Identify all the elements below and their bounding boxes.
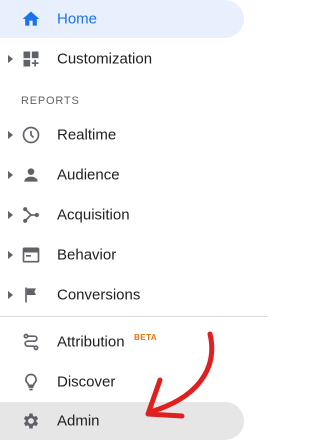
attribution-path-icon bbox=[21, 332, 41, 352]
flag-icon bbox=[21, 285, 41, 305]
dashboard-plus-icon bbox=[21, 49, 41, 69]
nav-item-label: Home bbox=[57, 10, 98, 28]
nav-item-label: Conversions bbox=[57, 286, 141, 304]
browser-window-icon bbox=[21, 245, 41, 265]
expand-caret-icon[interactable] bbox=[8, 171, 13, 179]
nav-item-label: Discover bbox=[57, 373, 116, 391]
expand-caret-icon[interactable] bbox=[8, 55, 13, 63]
annotation-arrow-icon bbox=[145, 331, 215, 419]
nav-item-conversions[interactable]: Conversions bbox=[0, 276, 244, 314]
left-navigation: Home Customization REPORTS Realtime Audi… bbox=[0, 0, 268, 448]
acquisition-branch-icon bbox=[21, 205, 41, 225]
nav-item-label: Attribution bbox=[57, 333, 125, 351]
nav-item-label: Acquisition bbox=[57, 206, 130, 224]
nav-item-home[interactable]: Home bbox=[0, 0, 244, 38]
section-divider bbox=[0, 316, 268, 317]
expand-caret-icon[interactable] bbox=[8, 291, 13, 299]
nav-item-behavior[interactable]: Behavior bbox=[0, 236, 244, 274]
nav-item-label: Audience bbox=[57, 166, 120, 184]
gear-icon bbox=[21, 411, 41, 431]
nav-item-customization[interactable]: Customization bbox=[0, 40, 244, 78]
nav-item-realtime[interactable]: Realtime bbox=[0, 116, 244, 154]
expand-caret-icon[interactable] bbox=[8, 131, 13, 139]
expand-caret-icon[interactable] bbox=[8, 211, 13, 219]
reports-section-header: REPORTS bbox=[21, 95, 80, 107]
nav-item-audience[interactable]: Audience bbox=[0, 156, 244, 194]
nav-item-acquisition[interactable]: Acquisition bbox=[0, 196, 244, 234]
clock-icon bbox=[21, 125, 41, 145]
nav-item-label: Customization bbox=[57, 50, 153, 68]
lightbulb-icon bbox=[21, 372, 41, 392]
person-icon bbox=[21, 165, 41, 185]
expand-caret-icon[interactable] bbox=[8, 251, 13, 259]
nav-item-label: Realtime bbox=[57, 126, 117, 144]
nav-item-label: Behavior bbox=[57, 246, 117, 264]
home-icon bbox=[21, 9, 41, 29]
nav-item-label: Admin bbox=[57, 412, 100, 430]
